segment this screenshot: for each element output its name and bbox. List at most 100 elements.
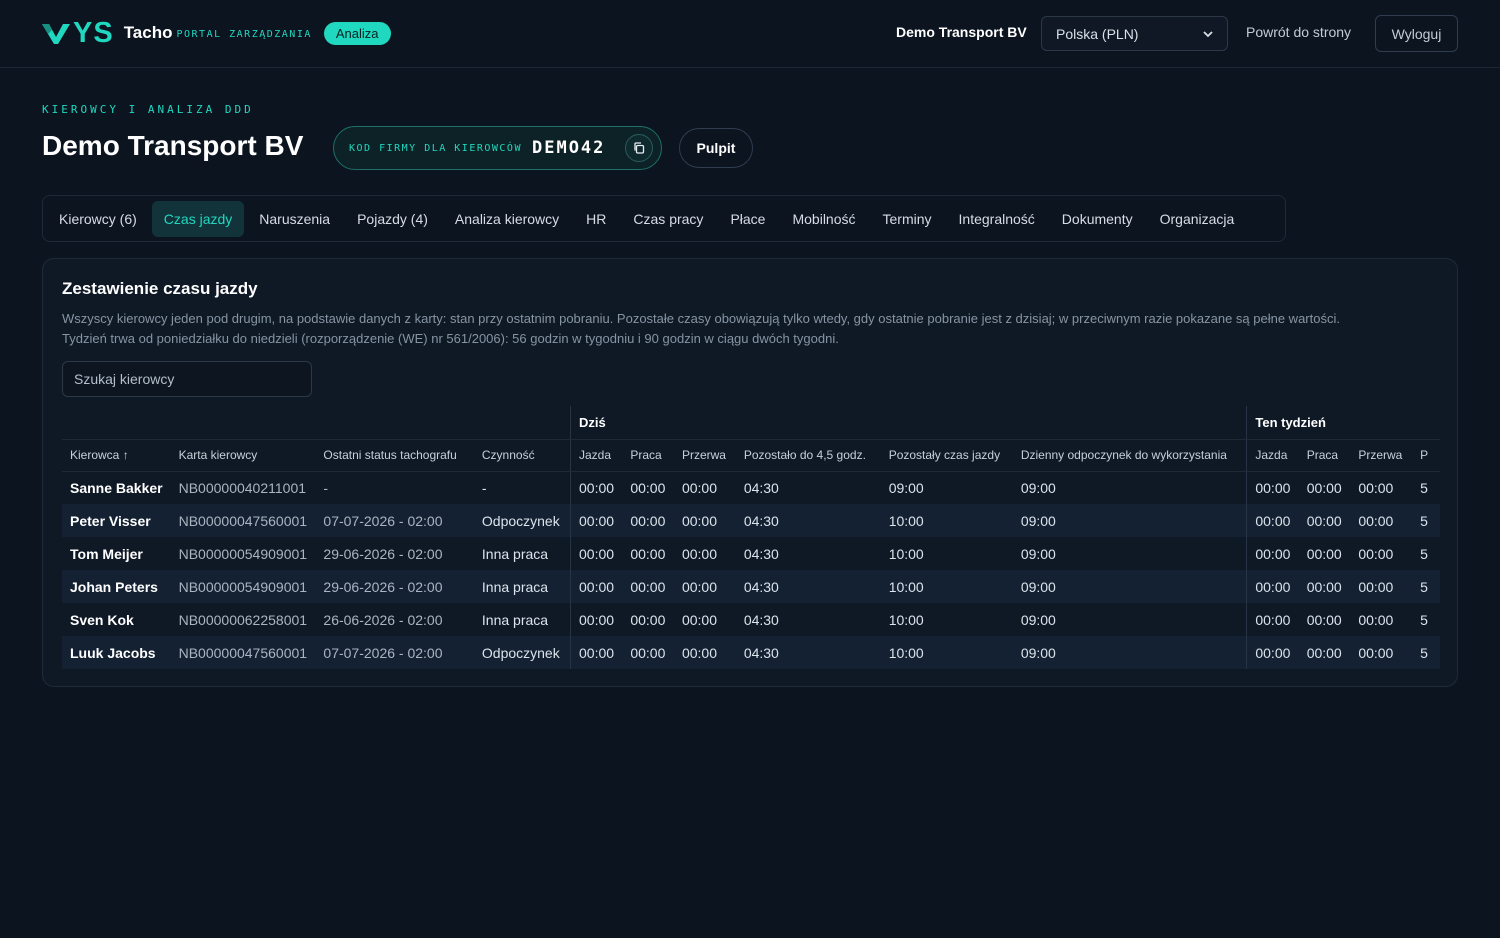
tab-driver-analysis[interactable]: Analiza kierowcy xyxy=(443,201,571,237)
activity-cell: - xyxy=(481,479,487,496)
logout-button[interactable]: Wyloguj xyxy=(1375,15,1458,52)
col-card[interactable]: Karta kierowcy xyxy=(170,439,316,472)
col-left-45h[interactable]: Pozostało do 4,5 godz. xyxy=(735,439,881,472)
tacho-status-cell: 26-06-2026 - 02:00 xyxy=(323,611,443,628)
copy-code-button[interactable] xyxy=(625,134,653,162)
col-week-drive[interactable]: Jazda xyxy=(1246,439,1299,472)
tab-drivers[interactable]: Kierowcy (6) xyxy=(47,201,149,237)
daily-rest-cell: 09:00 xyxy=(1020,611,1056,628)
tab-bar: Kierowcy (6) Czas jazdy Naruszenia Pojaz… xyxy=(42,195,1286,242)
group-header-row: Dziś Ten tydzień xyxy=(62,406,1440,440)
week-break-cell: 00:00 xyxy=(1350,636,1413,669)
today-break-cell: 00:00 xyxy=(673,570,736,603)
daily-rest-cell: 09:00 xyxy=(1020,479,1056,496)
tab-documents[interactable]: Dokumenty xyxy=(1050,201,1145,237)
today-break-cell: 00:00 xyxy=(681,611,717,628)
table-row[interactable]: Tom Meijer NB00000054909001 29-06-2026 - 0… xyxy=(62,537,1440,570)
column-header-row: Kierowca ↑ Karta kierowcy Ostatni status… xyxy=(62,439,1440,472)
col-driver[interactable]: Kierowca ↑ xyxy=(62,439,171,472)
group-header-today: Dziś xyxy=(569,406,1247,440)
driver-card-cell: NB00000047560001 xyxy=(170,636,316,669)
col-daily-rest[interactable]: Dzienny odpoczynek do wykorzystania xyxy=(1012,439,1247,472)
col-week-work[interactable]: Praca xyxy=(1298,439,1351,472)
week-more-cell: 5 xyxy=(1412,570,1440,603)
logo-mark: YS xyxy=(41,19,114,48)
tab-violations[interactable]: Naruszenia xyxy=(247,201,342,237)
driver-card-cell: NB00000062258001 xyxy=(178,611,308,628)
driver-card-cell: NB00000054909001 xyxy=(178,545,308,562)
activity-cell: Odpoczynek xyxy=(473,504,571,537)
today-drive-cell: 00:00 xyxy=(570,603,623,636)
table-row[interactable]: Peter Visser NB00000047560001 07-07-2026 -… xyxy=(62,504,1440,537)
tab-working-time[interactable]: Czas pracy xyxy=(621,201,715,237)
week-drive-cell: 00:00 xyxy=(1246,504,1299,537)
company-code-label: KOD FIRMY DLA KIEROWCÓW xyxy=(349,142,522,154)
country-select-value: Polska (PLN) xyxy=(1056,25,1139,42)
week-more-cell: 5 xyxy=(1420,545,1428,562)
company-name: Demo Transport BV xyxy=(896,24,1027,40)
col-left-drive[interactable]: Pozostały czas jazdy xyxy=(880,439,1013,472)
driver-search-input[interactable]: Szukaj kierowcy xyxy=(62,361,312,397)
activity-cell: Inna praca xyxy=(481,545,549,562)
dashboard-button[interactable]: Pulpit xyxy=(679,128,753,168)
left-drive-cell: 10:00 xyxy=(880,570,1013,603)
table-row[interactable]: Sanne Bakker NB00000040211001- -00:00 00:00… xyxy=(62,471,1440,504)
driving-time-table: Dziś Ten tydzień Kierowca ↑ Karta kierow… xyxy=(62,406,1440,669)
brand-title: Tacho xyxy=(123,23,173,42)
group-header-empty xyxy=(62,406,571,440)
week-work-cell: 00:00 xyxy=(1298,504,1351,537)
week-break-cell: 00:00 xyxy=(1350,504,1413,537)
week-more-cell: 5 xyxy=(1412,504,1440,537)
today-work-cell: 00:00 xyxy=(630,611,666,628)
tab-payroll[interactable]: Płace xyxy=(718,201,777,237)
week-more-cell: 5 xyxy=(1412,636,1440,669)
week-work-cell: 00:00 xyxy=(1298,636,1351,669)
week-break-cell: 00:00 xyxy=(1350,570,1413,603)
col-week-break[interactable]: Przerwa xyxy=(1350,439,1413,472)
brand-subtitle: PORTAL ZARZĄDZANIA xyxy=(176,29,312,40)
card-description: Wszyscy kierowcy jeden pod drugim, na po… xyxy=(62,309,1432,349)
group-header-week: Ten tydzień xyxy=(1246,406,1440,440)
tab-driving-time[interactable]: Czas jazdy xyxy=(151,200,245,237)
table-row[interactable]: Luuk Jacobs NB00000047560001 07-07-2026 - … xyxy=(62,636,1440,669)
week-work-cell: 00:00 xyxy=(1306,479,1342,496)
week-break-cell: 00:00 xyxy=(1358,479,1394,496)
today-work-cell: 00:00 xyxy=(630,545,666,562)
brand-logo[interactable]: YS Tacho PORTAL ZARZĄDZANIA Analiza xyxy=(41,19,391,48)
col-today-break[interactable]: Przerwa xyxy=(673,439,736,472)
tab-organization[interactable]: Organizacja xyxy=(1148,201,1247,237)
back-to-site-link[interactable]: Powrót do strony xyxy=(1246,24,1351,40)
card-title: Zestawienie czasu jazdy xyxy=(62,279,258,298)
tab-vehicles[interactable]: Pojazdy (4) xyxy=(345,201,440,237)
table-row[interactable]: Johan Peters NB00000054909001 29-06-2026 -… xyxy=(62,570,1440,603)
col-today-work[interactable]: Praca xyxy=(622,439,674,472)
today-drive-cell: 00:00 xyxy=(570,636,623,669)
tab-hr[interactable]: HR xyxy=(574,201,618,237)
logo-v-icon xyxy=(42,24,70,44)
today-drive-cell: 00:00 xyxy=(570,537,623,570)
tab-mobility[interactable]: Mobilność xyxy=(780,201,867,237)
country-select[interactable]: Polska (PLN) xyxy=(1041,16,1228,51)
daily-rest-cell: 09:00 xyxy=(1020,545,1056,562)
week-more-cell: 5 xyxy=(1420,479,1428,496)
table-row[interactable]: Sven Kok NB00000062258001 26-06-2026 - 02:… xyxy=(62,603,1440,636)
left-45h-cell: 04:30 xyxy=(743,545,779,562)
tacho-status-cell: - xyxy=(323,479,329,496)
left-drive-cell: 10:00 xyxy=(888,611,924,628)
activity-cell: Odpoczynek xyxy=(473,636,571,669)
left-drive-cell: 10:00 xyxy=(888,545,924,562)
col-today-drive[interactable]: Jazda xyxy=(570,439,623,472)
driver-name-cell: Luuk Jacobs xyxy=(62,636,171,669)
left-45h-cell: 04:30 xyxy=(735,570,881,603)
tab-integrity[interactable]: Integralność xyxy=(947,201,1047,237)
left-45h-cell: 04:30 xyxy=(735,504,881,537)
col-activity[interactable]: Czynność xyxy=(473,439,571,472)
tab-deadlines[interactable]: Terminy xyxy=(871,201,944,237)
today-work-cell: 00:00 xyxy=(622,570,674,603)
col-status[interactable]: Ostatni status tachografu xyxy=(315,439,474,472)
daily-rest-cell: 09:00 xyxy=(1012,570,1247,603)
col-week-more[interactable]: P xyxy=(1412,439,1440,472)
week-drive-cell: 00:00 xyxy=(1246,636,1299,669)
activity-cell: Inna praca xyxy=(481,611,549,628)
driving-time-table-wrapper[interactable]: Dziś Ten tydzień Kierowca ↑ Karta kierow… xyxy=(62,406,1440,670)
